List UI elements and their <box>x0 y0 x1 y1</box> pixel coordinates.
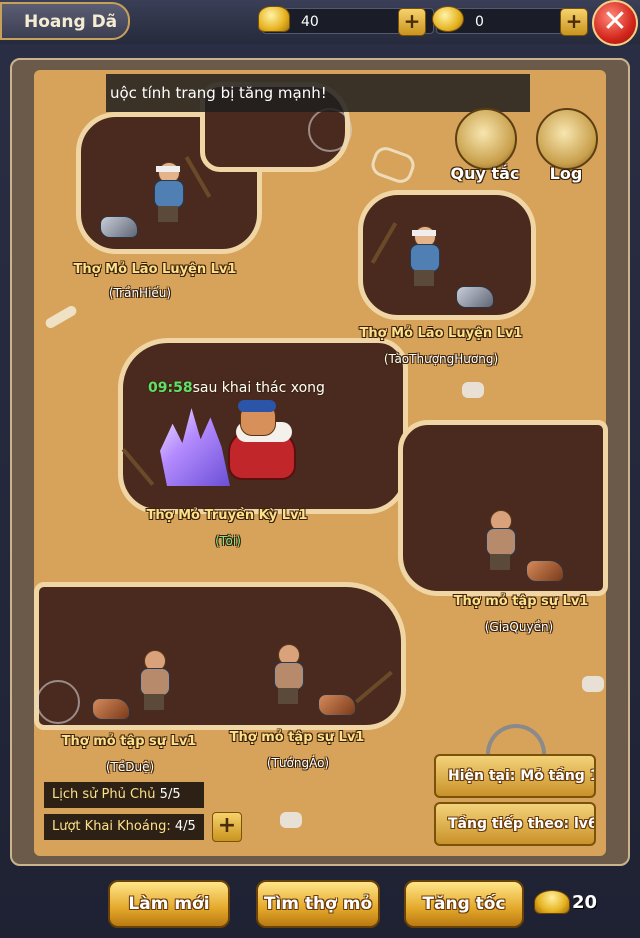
miner-title: Thợ Mỏ Truyền Kỳ Lv1 <box>146 508 308 523</box>
coupon-icon <box>432 6 464 32</box>
refresh-button[interactable]: Làm mới <box>108 880 230 928</box>
mining-label: Lượt Khai Khoáng: <box>52 819 171 834</box>
timer-text: sau khai thác xong <box>192 380 325 396</box>
miner-title: Thợ mỏ tập sự Lv1 <box>61 734 197 749</box>
miner-apprentice-1[interactable] <box>480 510 520 570</box>
log-book-icon[interactable] <box>536 108 598 170</box>
copper-ore-icon <box>318 694 356 716</box>
miner-owner: (TềDuệ) <box>105 760 155 774</box>
add-mining-turn-button[interactable]: + <box>212 812 242 842</box>
ore-icon <box>456 286 494 308</box>
speed-up-cost: 20 <box>572 892 598 913</box>
spider-web-icon <box>308 108 352 152</box>
miner-owner: (TàoThượngHương) <box>383 352 499 366</box>
miner-owner: (TrầnHiếu) <box>108 286 172 300</box>
next-floor-board: Tầng tiếp theo: lv61 mở <box>434 802 596 846</box>
gold-ingot-icon <box>258 6 290 32</box>
mining-timer: 09:58sau khai thác xong <box>148 380 325 396</box>
rock-icon <box>280 812 302 828</box>
owner-history-stat: Lịch sử Phủ Chủ 5/5 <box>44 782 204 808</box>
copper-ore-icon <box>92 698 130 720</box>
rock-icon <box>462 382 484 398</box>
copper-ore-icon <box>526 560 564 582</box>
miner-title: Thợ Mỏ Lão Luyện Lv1 <box>359 326 523 341</box>
notice-banner: uộc tính trang bị tăng mạnh! <box>106 74 530 112</box>
miner-owner: (TướngÁo) <box>266 756 330 770</box>
miner-legendary-self[interactable] <box>220 400 296 494</box>
log-label[interactable]: Log <box>530 164 602 183</box>
history-label: Lịch sử Phủ Chủ <box>52 787 156 802</box>
gold-value: 40 <box>301 14 319 30</box>
miner-title: Thợ mỏ tập sự Lv1 <box>453 594 589 609</box>
miner-title: Thợ mỏ tập sự Lv1 <box>229 730 365 745</box>
ore-icon <box>100 216 138 238</box>
miner-apprentice-2[interactable] <box>134 650 174 710</box>
gold-ingot-icon <box>534 890 570 914</box>
add-gold-button[interactable]: + <box>398 8 426 36</box>
miner-veteran-1[interactable] <box>148 162 188 222</box>
rules-label[interactable]: Quy tắc <box>446 164 524 183</box>
close-button[interactable]: ✕ <box>592 0 638 46</box>
miner-owner: (GiaQuyền) <box>484 620 554 634</box>
miner-veteran-2[interactable] <box>404 226 444 286</box>
find-miner-button[interactable]: Tìm thợ mỏ <box>256 880 380 928</box>
history-value: 5/5 <box>159 787 181 802</box>
miner-title: Thợ Mỏ Lão Luyện Lv1 <box>73 262 237 277</box>
page-title: Hoang Dã <box>0 2 130 40</box>
timer-time: 09:58 <box>148 380 193 396</box>
add-coupon-button[interactable]: + <box>560 8 588 36</box>
tunnel-2 <box>358 190 536 320</box>
mining-value: 4/5 <box>174 819 196 834</box>
rules-scroll-icon[interactable] <box>455 108 517 170</box>
spider-web-icon <box>36 680 80 724</box>
mining-turns-stat: Lượt Khai Khoáng: 4/5 <box>44 814 204 840</box>
coupon-value: 0 <box>475 14 484 30</box>
miner-owner-self: (Tôi) <box>215 534 241 548</box>
current-floor-board: Hiện tại: Mỏ tầng 1 <box>434 754 596 798</box>
rock-icon <box>582 676 604 692</box>
speed-up-button[interactable]: Tăng tốc <box>404 880 524 928</box>
miner-apprentice-3[interactable] <box>268 644 308 704</box>
